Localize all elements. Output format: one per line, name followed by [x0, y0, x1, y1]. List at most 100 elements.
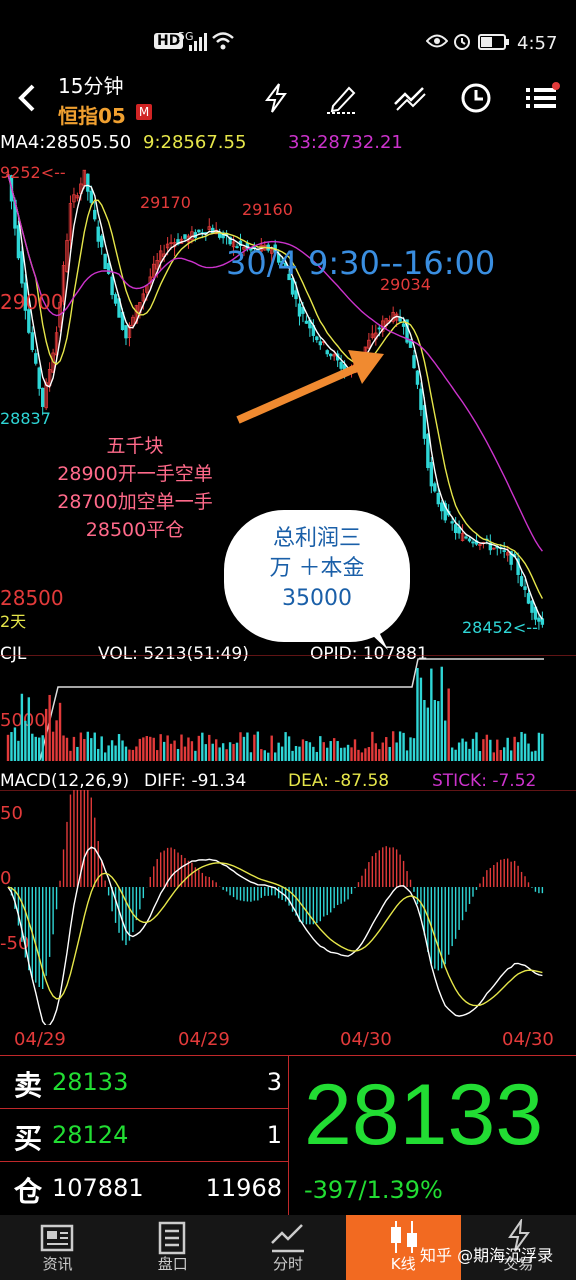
volume-bar	[58, 702, 62, 761]
volume-bar	[395, 742, 398, 761]
ask-price: 28133	[52, 1068, 129, 1096]
volume-bar	[277, 742, 280, 761]
lightning-button[interactable]	[254, 76, 298, 120]
volume-bar	[256, 731, 260, 761]
volume-bar	[131, 749, 135, 761]
macd-title: MACD(12,26,9)	[0, 771, 130, 791]
volume-bar	[520, 732, 523, 761]
note-line-2: 28900开一手空单	[57, 463, 213, 485]
candle-body	[183, 234, 187, 239]
volume-bar	[450, 747, 454, 761]
volume-bar	[242, 736, 246, 761]
volume-bar	[221, 743, 225, 761]
volume-bar	[117, 734, 121, 761]
macd-stick: STICK: -7.52	[432, 771, 537, 791]
volume-bar	[135, 746, 138, 761]
volume-bar	[430, 668, 433, 761]
ma33-value: 33:28732.21	[288, 132, 403, 153]
eye-icon	[426, 34, 448, 48]
volume-bar	[159, 734, 162, 761]
volume-bar	[527, 743, 530, 761]
volume-bar	[138, 738, 142, 761]
nav-news[interactable]: 资讯	[0, 1215, 115, 1280]
watermark: 知乎 @期海沉浮录	[420, 1246, 554, 1265]
volume-bar	[90, 738, 93, 761]
volume-bar	[454, 749, 457, 761]
main-contract-badge: M	[136, 104, 152, 120]
candle-body	[34, 353, 38, 364]
volume-bar	[128, 749, 131, 761]
symbol-name[interactable]: 恒指05	[58, 100, 126, 129]
candle-body	[436, 492, 440, 505]
volume-bar	[228, 742, 232, 761]
volume-bar	[190, 741, 194, 761]
note-line-3: 28700加空单一手	[57, 491, 213, 513]
ask-row[interactable]: 卖 28133 3	[0, 1056, 288, 1109]
candle-body	[429, 462, 434, 487]
volume-bar	[503, 747, 506, 761]
bubble-line-1: 总利润三	[272, 526, 361, 551]
candle-body	[93, 209, 97, 220]
ask-qty: 3	[266, 1068, 282, 1096]
nav-label: 分时	[273, 1255, 304, 1273]
volume-bar	[13, 727, 17, 761]
volume-chart[interactable]	[0, 655, 576, 765]
back-button[interactable]	[6, 76, 50, 120]
volume-bar	[464, 741, 468, 761]
candle-body	[523, 586, 527, 590]
bid-qty: 1	[266, 1121, 282, 1149]
last-low-marker: 28452<--	[462, 618, 538, 637]
volume-bar	[374, 743, 378, 761]
low-marker: 28837	[0, 409, 51, 428]
nav-timeshare[interactable]: 分时	[230, 1215, 345, 1280]
draw-button[interactable]	[320, 76, 364, 120]
volume-bar	[20, 693, 24, 761]
volume-bar	[409, 737, 412, 761]
volume-bar	[294, 746, 298, 761]
volume-bar	[326, 747, 329, 761]
candle-body	[502, 550, 506, 552]
volume-bar	[416, 667, 419, 761]
candle-body	[96, 226, 100, 242]
volume-bar	[367, 747, 371, 761]
candle-body	[415, 370, 420, 385]
volume-bar	[79, 732, 83, 761]
volume-bar	[180, 734, 183, 761]
clock-icon	[461, 83, 491, 113]
volume-bar	[489, 739, 492, 761]
candle-body	[453, 524, 458, 533]
volume-bar	[187, 737, 190, 761]
volume-bar	[471, 738, 475, 761]
volume-bar	[391, 731, 395, 761]
bubble-line-3: 35000	[282, 586, 352, 611]
volume-bar	[291, 750, 294, 761]
volume-bar	[412, 738, 416, 761]
volume-bar	[24, 720, 27, 761]
note-line-4: 28500平仓	[85, 519, 185, 541]
volume-bar	[152, 737, 155, 761]
nav-orderbook[interactable]: 盘口	[115, 1215, 230, 1280]
volume-bar	[447, 688, 450, 761]
volume-bar	[114, 745, 117, 761]
oi-change: 11968	[205, 1174, 282, 1202]
period-label[interactable]: 15分钟	[58, 70, 123, 99]
candle-body	[440, 502, 444, 512]
battery-icon	[478, 34, 509, 50]
bid-row[interactable]: 买 28124 1	[0, 1109, 288, 1162]
volume-bar	[478, 751, 482, 761]
volume-bar	[444, 720, 447, 761]
volume-bar	[72, 736, 76, 761]
volume-bar	[305, 741, 308, 761]
quote-panel: 卖 28133 3 买 28124 1 仓 107881 11968 28133…	[0, 1055, 576, 1216]
candle-body	[103, 253, 107, 270]
menu-button[interactable]	[520, 76, 564, 120]
volume-bar	[145, 736, 148, 761]
macd-chart[interactable]	[0, 790, 576, 1025]
volume-bar	[482, 739, 485, 761]
volume-bar	[485, 734, 489, 761]
candle-body	[304, 320, 309, 324]
history-button[interactable]	[454, 76, 498, 120]
volume-bar	[263, 750, 266, 761]
indicator-button[interactable]	[388, 76, 432, 120]
note-line-1: 五千块	[106, 435, 164, 457]
